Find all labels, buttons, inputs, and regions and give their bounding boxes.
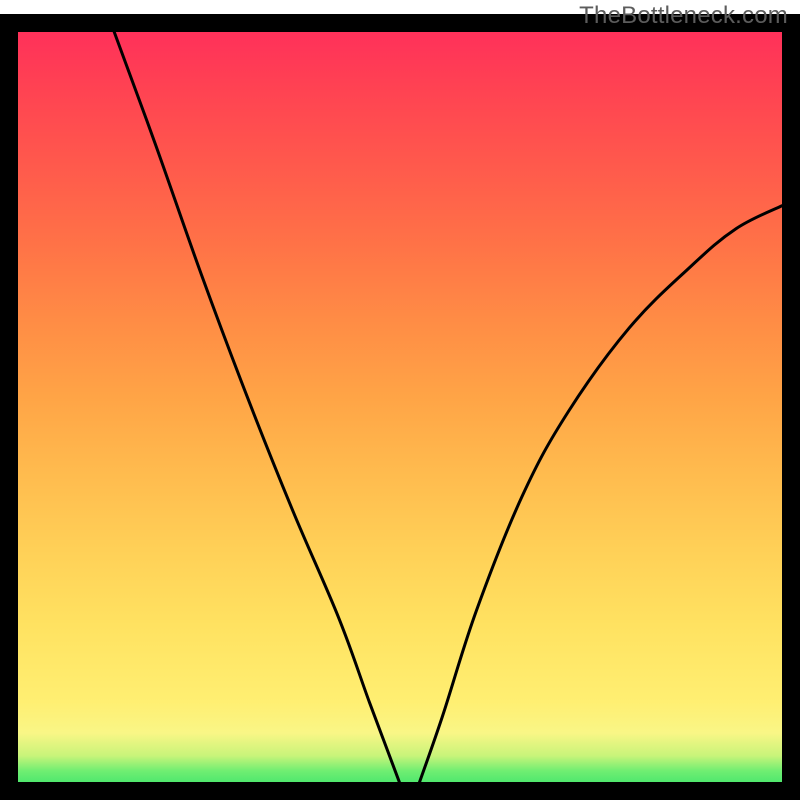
left-curve-path [114, 30, 404, 794]
watermark-text: TheBottleneck.com [579, 2, 788, 30]
optimal-point-marker [402, 784, 420, 796]
bottleneck-curve [18, 30, 782, 794]
right-curve-path [415, 206, 782, 794]
chart-plot-area [18, 30, 782, 794]
chart-container: TheBottleneck.com [0, 0, 800, 800]
